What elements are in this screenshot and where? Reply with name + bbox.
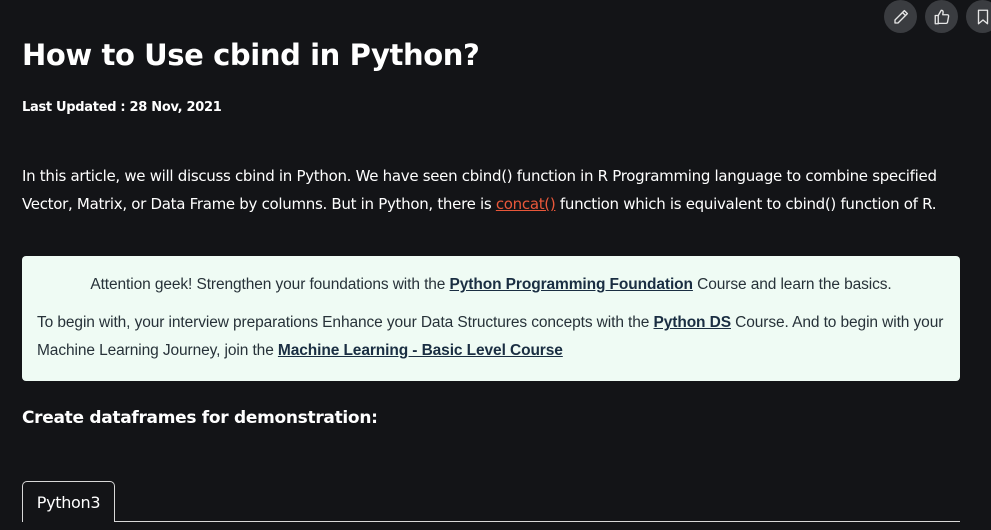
concat-link[interactable]: concat() (496, 195, 556, 213)
python-ds-link[interactable]: Python DS (654, 314, 732, 331)
like-button[interactable] (925, 0, 958, 33)
bookmark-button[interactable] (966, 0, 991, 33)
edit-button[interactable] (884, 0, 917, 33)
code-block: Python3 (22, 481, 960, 530)
intro-text-2: function which is equivalent to cbind() … (555, 195, 937, 213)
page-title: How to Use cbind in Python? (22, 38, 480, 72)
intro-paragraph: In this article, we will discuss cbind i… (22, 162, 967, 218)
code-tab-divider (22, 521, 960, 522)
callout-text-1a: Attention geek! Strengthen your foundati… (90, 276, 450, 293)
machine-learning-link[interactable]: Machine Learning - Basic Level Course (278, 342, 563, 359)
section-heading: Create dataframes for demonstration: (22, 408, 378, 428)
callout-line-1: Attention geek! Strengthen your foundati… (37, 271, 945, 299)
article-page: How to Use cbind in Python? Last Updated… (0, 0, 991, 530)
callout-text-2a: To begin with, your interview preparatio… (37, 314, 654, 331)
promo-callout: Attention geek! Strengthen your foundati… (22, 256, 960, 381)
callout-text-1b: Course and learn the basics. (692, 276, 892, 293)
callout-line-2: To begin with, your interview preparatio… (37, 309, 945, 365)
last-updated-date: Last Updated : 28 Nov, 2021 (22, 100, 222, 115)
bookmark-icon (977, 9, 988, 24)
article-action-bar (884, 0, 991, 33)
pencil-icon (893, 9, 908, 24)
python-foundation-link[interactable]: Python Programming Foundation (450, 276, 693, 293)
tab-python3[interactable]: Python3 (22, 481, 115, 522)
thumbs-up-icon (934, 9, 949, 24)
